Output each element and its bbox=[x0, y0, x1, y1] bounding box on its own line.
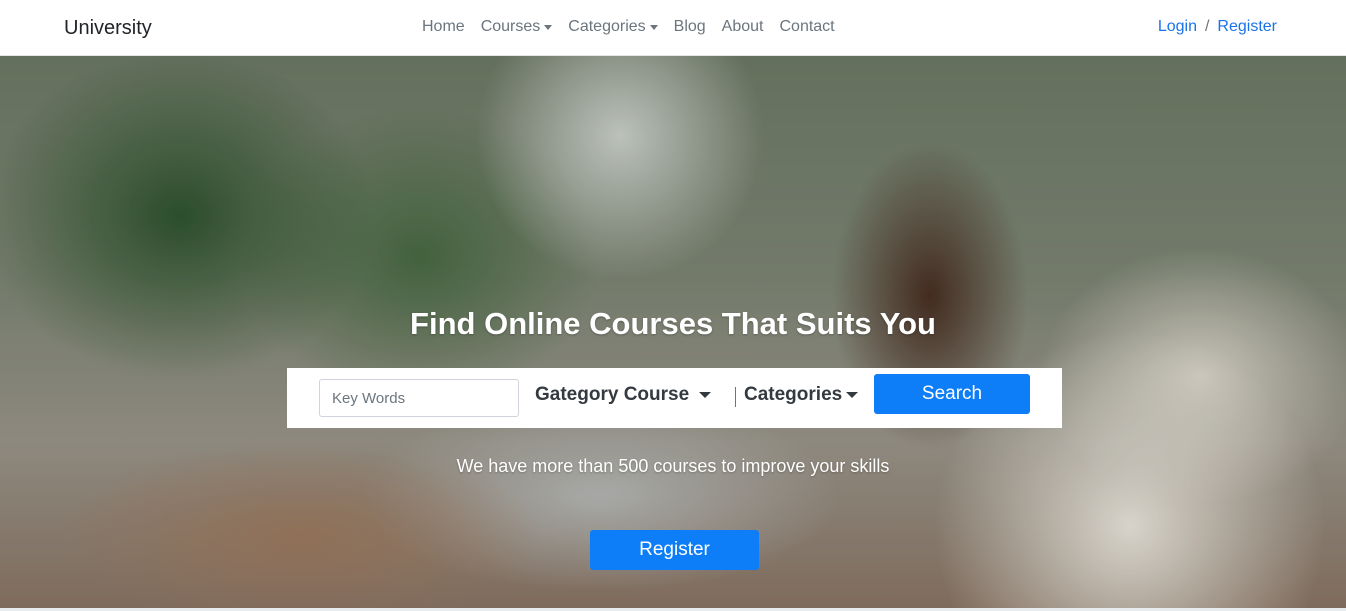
nav-blog-label: Blog bbox=[673, 18, 706, 35]
nav-blog[interactable]: Blog bbox=[674, 18, 706, 36]
top-navbar: University Home Courses Categories Blog … bbox=[0, 0, 1346, 56]
dropdown-divider bbox=[735, 387, 736, 407]
category-course-label: Gategory Course bbox=[535, 384, 690, 405]
register-link[interactable]: Register bbox=[1217, 18, 1277, 36]
nav-contact[interactable]: Contact bbox=[779, 18, 834, 36]
hero-section: Find Online Courses That Suits You Gateg… bbox=[0, 56, 1346, 608]
auth-links: Login / Register bbox=[1158, 18, 1277, 36]
nav-home[interactable]: Home bbox=[422, 18, 465, 36]
caret-down-icon bbox=[544, 24, 553, 30]
hero-title: Find Online Courses That Suits You bbox=[410, 306, 936, 341]
search-button[interactable]: Search bbox=[874, 374, 1030, 414]
nav-categories-label: Categories bbox=[568, 18, 646, 35]
course-search-bar: Gategory Course Categories Search bbox=[287, 368, 1062, 428]
categories-dropdown[interactable]: Categories bbox=[744, 384, 859, 406]
auth-separator: / bbox=[1204, 18, 1210, 35]
caret-down-icon bbox=[649, 24, 658, 30]
hero-subtitle: We have more than 500 courses to improve… bbox=[456, 456, 890, 476]
category-course-dropdown[interactable]: Gategory Course bbox=[535, 384, 712, 406]
nav-about[interactable]: About bbox=[722, 18, 764, 36]
nav-courses-label: Courses bbox=[480, 18, 541, 35]
categories-label: Categories bbox=[744, 384, 843, 405]
nav-about-label: About bbox=[721, 18, 764, 35]
caret-down-icon bbox=[846, 392, 859, 398]
main-nav: Home Courses Categories Blog About Conta… bbox=[422, 18, 835, 36]
caret-down-icon bbox=[699, 392, 712, 398]
brand-logo[interactable]: University bbox=[64, 17, 152, 40]
login-link[interactable]: Login bbox=[1158, 18, 1197, 36]
nav-contact-label: Contact bbox=[779, 18, 835, 35]
nav-courses[interactable]: Courses bbox=[481, 18, 553, 36]
register-button[interactable]: Register bbox=[590, 530, 759, 570]
keywords-input[interactable] bbox=[319, 379, 519, 417]
nav-home-label: Home bbox=[422, 18, 465, 35]
nav-categories[interactable]: Categories bbox=[568, 18, 658, 36]
